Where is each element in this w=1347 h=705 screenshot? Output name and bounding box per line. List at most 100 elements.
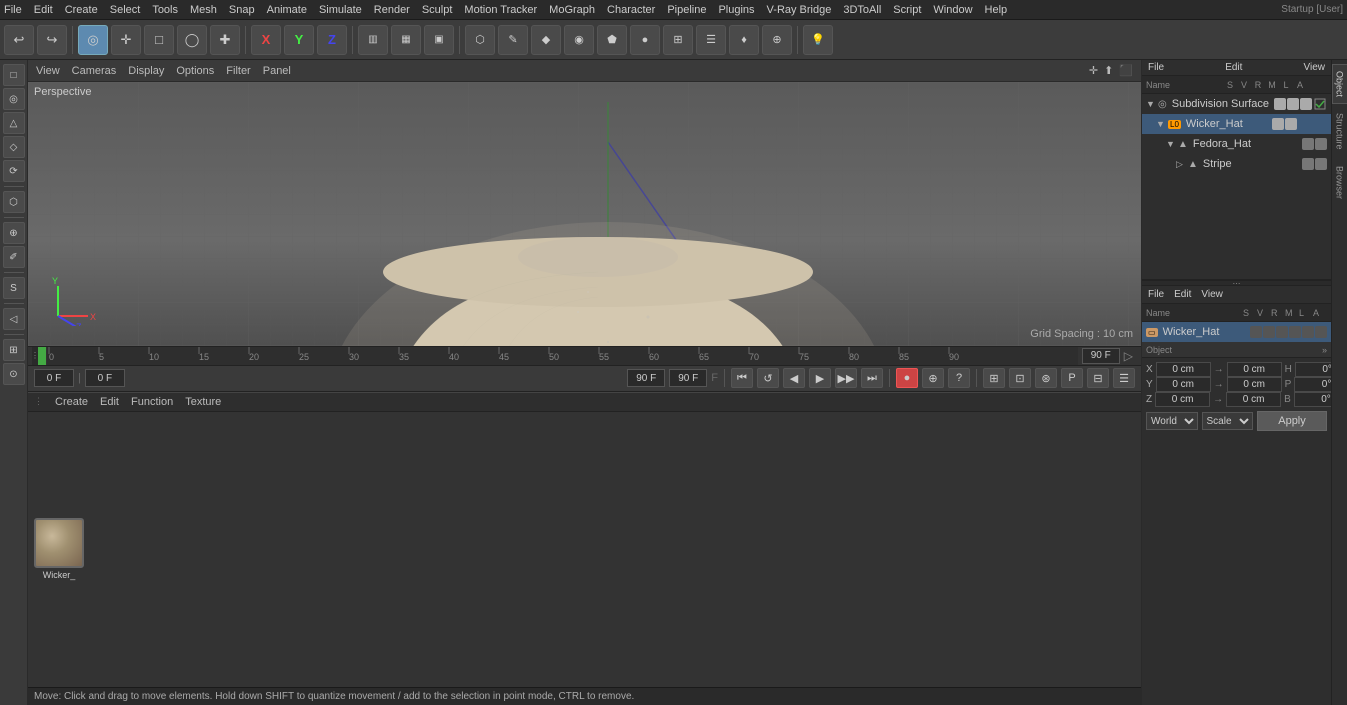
obj-row-wickerhat[interactable]: ▼ L0 Wicker_Hat [1142, 114, 1331, 134]
current-frame-input[interactable] [34, 369, 74, 387]
timeline-mode-5[interactable]: ☰ [1113, 368, 1135, 388]
obj-check-1[interactable] [1313, 98, 1327, 110]
mat-menu-texture[interactable]: Texture [185, 396, 221, 408]
apply-button[interactable]: Apply [1257, 411, 1327, 431]
attr-edit[interactable]: Edit [1174, 289, 1191, 300]
obj-header-edit[interactable]: Edit [1225, 62, 1242, 73]
menu-plugins[interactable]: Plugins [718, 4, 754, 16]
timeline-mode-3[interactable]: ⊛ [1035, 368, 1057, 388]
menu-3dtoall[interactable]: 3DToAll [843, 4, 881, 16]
menu-help[interactable]: Help [985, 4, 1008, 16]
obj-header-file[interactable]: File [1148, 62, 1164, 73]
goto-end-button[interactable]: ⏭ [861, 368, 883, 388]
record-button[interactable]: ● [896, 368, 918, 388]
spline-tool-button[interactable]: ◆ [531, 25, 561, 55]
x-axis-button[interactable]: X [251, 25, 281, 55]
add-tool-button[interactable]: ✚ [210, 25, 240, 55]
snap-button[interactable]: ⊙ [3, 363, 25, 385]
paint-mode-button[interactable]: ✐ [3, 246, 25, 268]
timeline-mode-p[interactable]: P [1061, 368, 1083, 388]
coord-h-input[interactable] [1295, 362, 1335, 377]
sketch-tool-button[interactable]: ⊕ [762, 25, 792, 55]
model-mode-button[interactable]: □ [3, 64, 25, 86]
right-tab-toggle[interactable]: » [1322, 345, 1327, 355]
vp-menu-display[interactable]: Display [128, 65, 164, 77]
coord-y2-input[interactable] [1227, 377, 1282, 392]
right-tab-structure[interactable]: Structure [1332, 106, 1347, 157]
deform-tool-button[interactable]: ⬟ [597, 25, 627, 55]
menu-mesh[interactable]: Mesh [190, 4, 217, 16]
menu-mograph[interactable]: MoGraph [549, 4, 595, 16]
scale-tool-button[interactable]: □ [144, 25, 174, 55]
right-tab-browser[interactable]: Browser [1332, 159, 1347, 206]
menu-tools[interactable]: Tools [152, 4, 178, 16]
menu-edit[interactable]: Edit [34, 4, 53, 16]
goto-start-button[interactable]: ⏮ [731, 368, 753, 388]
move-tool-button[interactable]: ✛ [111, 25, 141, 55]
menu-character[interactable]: Character [607, 4, 655, 16]
texture-mode-button[interactable]: ⊕ [3, 222, 25, 244]
menu-animate[interactable]: Animate [267, 4, 307, 16]
menu-pipeline[interactable]: Pipeline [667, 4, 706, 16]
end-frame-input-1[interactable] [627, 369, 665, 387]
viewport-3d[interactable]: Perspective Grid Spacing : 10 cm X Y Z [28, 82, 1141, 346]
mat-menu-create[interactable]: Create [55, 396, 88, 408]
vp-menu-panel[interactable]: Panel [263, 65, 291, 77]
mat-menu-edit[interactable]: Edit [100, 396, 119, 408]
rotate-tool-button[interactable]: ◯ [177, 25, 207, 55]
s-mode-button[interactable]: S [3, 277, 25, 299]
coord-x2-input[interactable] [1227, 362, 1282, 377]
help-button[interactable]: ? [948, 368, 970, 388]
lights-tool-button[interactable]: ● [630, 25, 660, 55]
prev-frame-button[interactable]: ↺ [757, 368, 779, 388]
nurbs-tool-button[interactable]: ◉ [564, 25, 594, 55]
render-full-button[interactable]: ▣ [424, 25, 454, 55]
menu-file[interactable]: File [4, 4, 22, 16]
scene-tool-button[interactable]: ♦ [729, 25, 759, 55]
cube-tool-button[interactable]: ⬡ [465, 25, 495, 55]
menu-vraybridge[interactable]: V-Ray Bridge [767, 4, 832, 16]
vp-menu-options[interactable]: Options [176, 65, 214, 77]
timeline-start-marker[interactable] [38, 347, 46, 365]
obj-check-wh[interactable] [1313, 118, 1327, 130]
vp-menu-filter[interactable]: Filter [226, 65, 250, 77]
edge-mode-button[interactable]: △ [3, 112, 25, 134]
coord-z-input[interactable] [1155, 392, 1210, 407]
z-axis-button[interactable]: Z [317, 25, 347, 55]
floor-tool-button[interactable]: ☰ [696, 25, 726, 55]
attr-view[interactable]: View [1201, 289, 1223, 300]
start-frame-input[interactable] [85, 369, 125, 387]
obj-row-subdivision[interactable]: ▼ ◎ Subdivision Surface [1142, 94, 1331, 114]
timeline-mode-1[interactable]: ⊞ [983, 368, 1005, 388]
end-frame-input-2[interactable] [669, 369, 707, 387]
undo-button[interactable]: ↩ [4, 25, 34, 55]
vp-menu-cameras[interactable]: Cameras [72, 65, 117, 77]
timeline-end-input[interactable] [1082, 348, 1120, 364]
attr-file[interactable]: File [1148, 289, 1164, 300]
scale-dropdown[interactable]: Scale [1202, 412, 1254, 430]
select-tool-button[interactable]: ◎ [78, 25, 108, 55]
menu-simulate[interactable]: Simulate [319, 4, 362, 16]
attr-wicker-row[interactable]: ▭ Wicker_Hat [1142, 322, 1331, 342]
point-mode-button[interactable]: ◎ [3, 88, 25, 110]
pen-tool-button[interactable]: ✎ [498, 25, 528, 55]
menu-snap[interactable]: Snap [229, 4, 255, 16]
camera-tool-button[interactable]: ⊞ [663, 25, 693, 55]
coord-z2-input[interactable] [1226, 392, 1281, 407]
obj-row-fedorahat[interactable]: ▼ ▲ Fedora_Hat [1142, 134, 1331, 154]
obj-row-stripe[interactable]: ▷ ▲ Stripe [1142, 154, 1331, 174]
menu-script[interactable]: Script [893, 4, 921, 16]
obj-expand-wickerhat[interactable]: ▼ [1156, 119, 1166, 129]
coord-y-input[interactable] [1156, 377, 1211, 392]
obj-expand-fedorahat[interactable]: ▼ [1166, 139, 1176, 149]
timeline-ruler[interactable]: 0 5 10 15 20 25 30 35 40 45 50 55 60 65 … [47, 346, 1078, 366]
display-mode-button[interactable]: 💡 [803, 25, 833, 55]
play-reverse-button[interactable]: ◀ [783, 368, 805, 388]
menu-sculpt[interactable]: Sculpt [422, 4, 453, 16]
uv-mode-button[interactable]: ⟳ [3, 160, 25, 182]
auto-key-button[interactable]: ⊕ [922, 368, 944, 388]
material-item-wicker[interactable]: Wicker_ [34, 518, 84, 580]
timeline-mode-4[interactable]: ⊟ [1087, 368, 1109, 388]
tweak-mode-button[interactable]: ⬡ [3, 191, 25, 213]
y-axis-button[interactable]: Y [284, 25, 314, 55]
